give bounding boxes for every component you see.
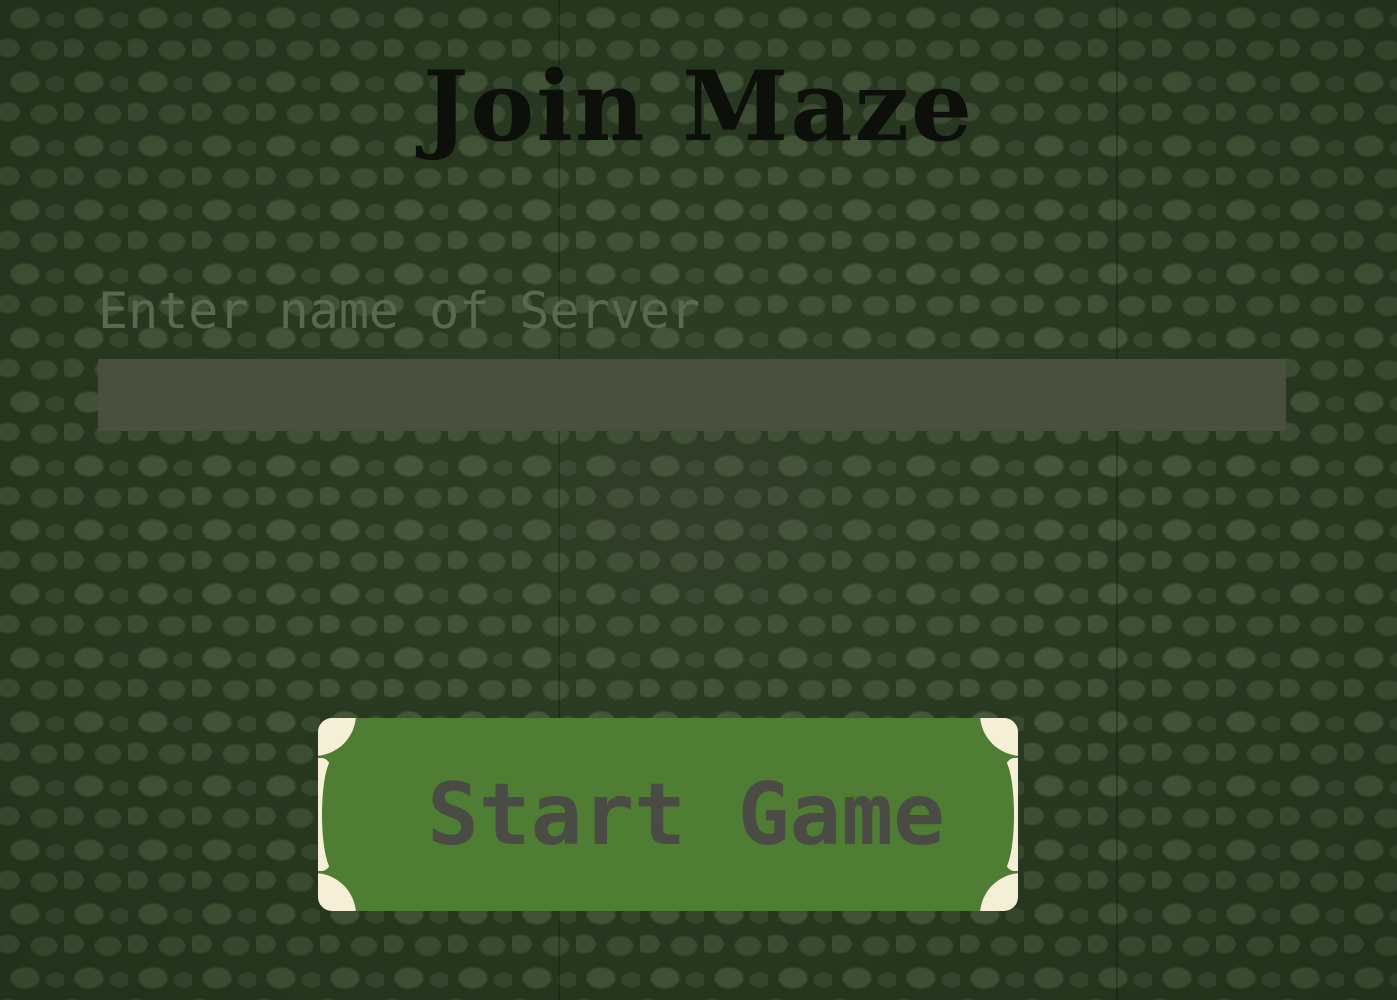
start-game-label: Start Game	[427, 764, 945, 865]
server-name-input[interactable]	[98, 359, 1286, 431]
page-title: Join Maze	[422, 50, 975, 163]
server-name-label: Enter name of Server	[98, 282, 701, 340]
start-game-button[interactable]: Start Game	[318, 718, 1018, 911]
